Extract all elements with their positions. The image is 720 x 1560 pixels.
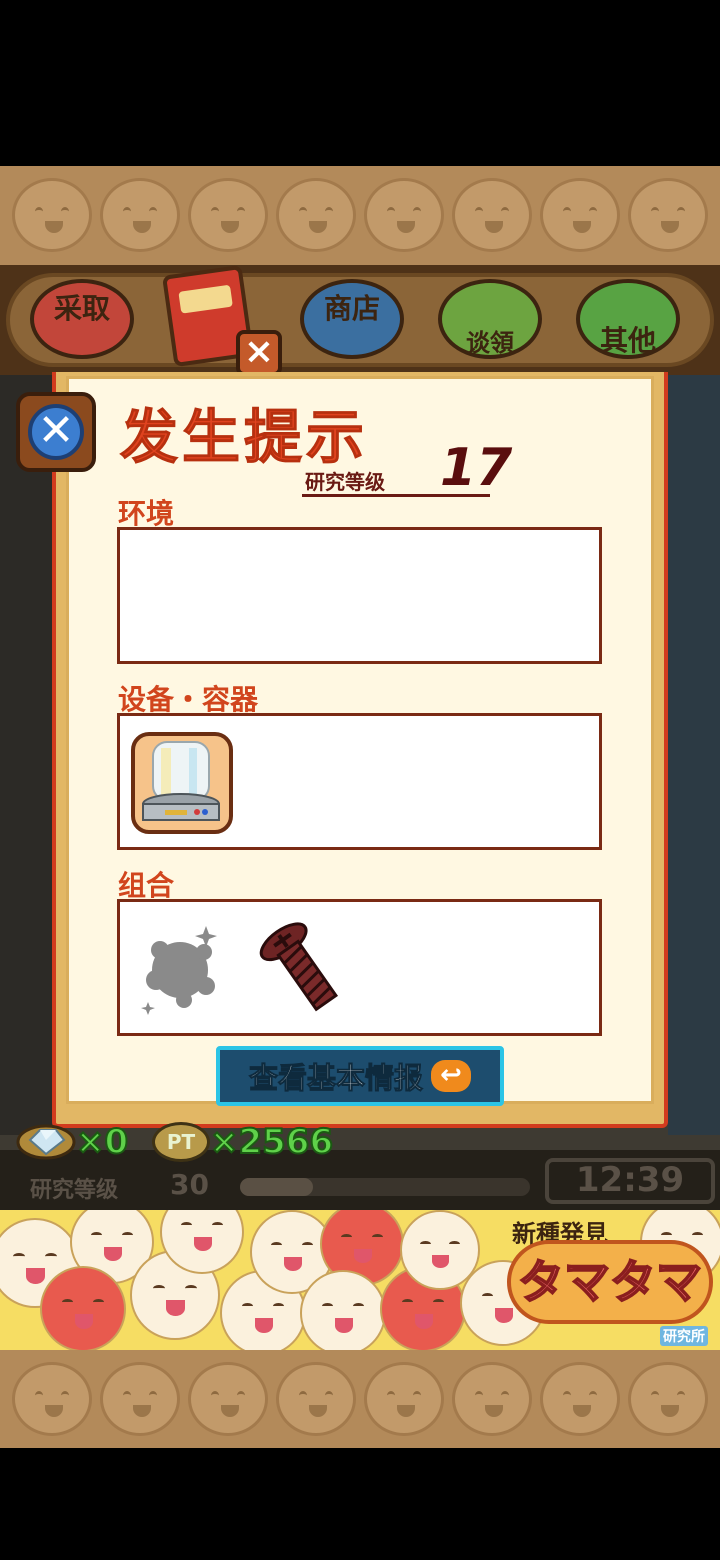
pt-badge-icon: PT	[152, 1122, 210, 1162]
close-icon[interactable]: ×	[236, 330, 282, 376]
gem-count: ×0	[75, 1121, 129, 1163]
tab-collect[interactable]: 采取	[30, 279, 134, 359]
banner-title: タマタマ	[518, 1255, 702, 1309]
research-level-underline	[302, 494, 490, 497]
research-level-label: 研究等级	[305, 470, 385, 494]
status-progress-fill	[240, 1178, 313, 1196]
tab-shop[interactable]: 商店	[300, 279, 404, 359]
tab-gift-label: 谈領	[466, 329, 514, 357]
bottom-pattern-band	[0, 1350, 720, 1448]
banner-logo: タマタマ	[505, 1236, 715, 1328]
combination-label: 组合	[118, 869, 175, 902]
tab-shop-label: 商店	[323, 292, 380, 325]
tab-bar: 采取 商店 谈領 其他	[0, 265, 720, 375]
gem-icon	[16, 1120, 76, 1160]
view-basic-info-label: 查看基本情报	[248, 1061, 423, 1096]
environment-box	[117, 527, 602, 664]
tab-collect-label: 采取	[53, 292, 110, 325]
gray-dust-icon[interactable]	[134, 920, 234, 1020]
dialog-title: 发生提示	[119, 403, 369, 472]
close-x-icon: ✕	[28, 404, 84, 460]
tab-other-label: 其他	[599, 324, 656, 357]
glass-dome-container-icon[interactable]	[131, 732, 233, 834]
game-screen: 采取 商店 谈領 其他 × 研究等级 30 12:39 ✕ 发生提示 研究等级 …	[0, 0, 720, 1560]
status-progress-bar	[240, 1178, 530, 1196]
return-arrow-icon: ↩	[431, 1060, 471, 1092]
tab-gift[interactable]: 谈領	[438, 279, 542, 359]
dialog-close-button[interactable]: ✕	[16, 392, 96, 472]
view-basic-info-button[interactable]: 查看基本情报 ↩	[216, 1046, 504, 1106]
tab-other[interactable]: 其他	[576, 279, 680, 359]
environment-label: 环境	[118, 497, 175, 530]
status-level-value: 30	[170, 1168, 209, 1201]
research-level-value: 17	[440, 438, 513, 498]
equipment-label: 设备・容器	[118, 683, 259, 716]
top-pattern-band	[0, 166, 720, 265]
status-level-label: 研究等级	[30, 1178, 119, 1203]
pt-count: ×2566	[209, 1121, 334, 1163]
banner-subtitle: 研究所	[660, 1326, 708, 1346]
status-clock: 12:39	[545, 1158, 715, 1204]
screw-icon[interactable]	[252, 918, 352, 1018]
